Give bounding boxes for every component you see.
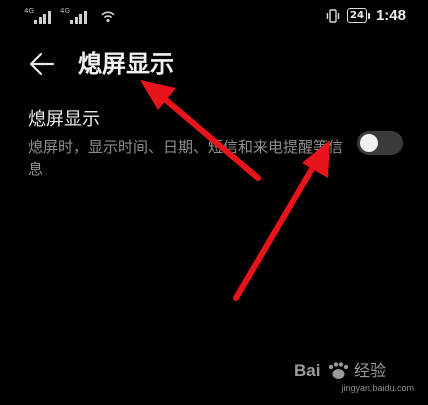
sim1-network-tag: 4G (24, 7, 34, 15)
battery-icon: 24 (347, 8, 370, 23)
signal-icon: 4G (60, 8, 92, 24)
vibrate-icon (326, 8, 340, 23)
arrow-left-icon[interactable] (28, 50, 56, 78)
signal-icon: 4G (24, 8, 56, 24)
baidu-logo: Bai 经验 (294, 361, 386, 380)
toggle-knob (360, 134, 378, 152)
svg-text:Bai: Bai (294, 361, 320, 380)
wifi-icon (101, 11, 115, 23)
battery-level: 24 (350, 10, 364, 21)
status-bar: 4G 4G 24 1:48 (0, 0, 428, 34)
annotation-arrows (140, 80, 330, 301)
svg-text:经验: 经验 (354, 361, 386, 380)
status-bar-right: 24 1:48 (325, 7, 406, 24)
setting-description: 熄屏时，显示时间、日期、短信和来电提醒等信息 (28, 138, 344, 178)
status-clock: 1:48 (375, 7, 406, 24)
page-title: 熄屏显示 (78, 50, 174, 78)
aod-setting-row[interactable]: 熄屏显示 熄屏时，显示时间、日期、短信和来电提醒等信息 (0, 100, 428, 190)
watermark-url: jingyan.baidu.com (341, 383, 414, 393)
setting-title: 熄屏显示 (28, 109, 100, 130)
aod-toggle-switch[interactable] (357, 131, 403, 155)
baidu-jingyan-watermark: Bai 经验 jingyan.baidu.com (294, 359, 414, 393)
status-bar-left: 4G 4G (24, 8, 116, 24)
sim2-network-tag: 4G (60, 7, 70, 15)
